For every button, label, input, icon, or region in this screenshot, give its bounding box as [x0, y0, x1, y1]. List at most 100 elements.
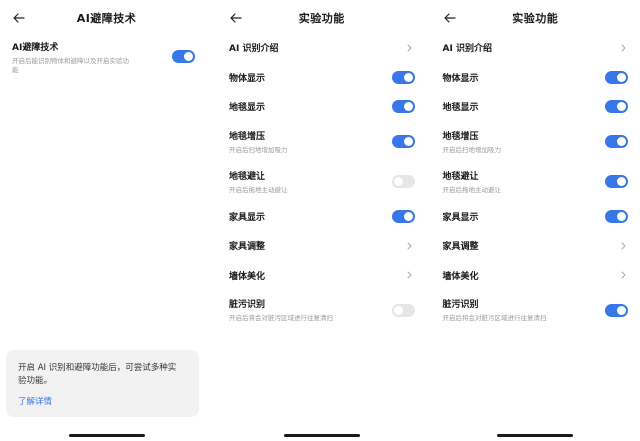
- chevron-right-icon: [618, 41, 628, 54]
- header: 实验功能: [217, 0, 427, 36]
- header: AI避障技术: [0, 0, 213, 36]
- feature-row[interactable]: AI 识别介绍: [217, 33, 427, 63]
- chevron-right-icon: [405, 41, 415, 54]
- feature-toggle[interactable]: [605, 209, 628, 223]
- feature-texts: 物体显示: [443, 71, 479, 84]
- feature-toggle[interactable]: [605, 175, 628, 188]
- feature-texts: AI 识别介绍: [229, 41, 278, 54]
- feature-row: 物体显示: [431, 63, 640, 93]
- chevron-right-icon: [618, 239, 628, 252]
- setting-sub-line1: 开启后能识别物体和避障以及开启实验功: [12, 57, 129, 65]
- feature-row: 地毯增压开启后扫地增加吸力: [431, 122, 640, 162]
- arrow-left-icon: [230, 13, 242, 23]
- info-card: 开启 AI 识别和避障功能后，可尝试多种实 验功能。 了解详情: [6, 350, 199, 417]
- feature-row: 脏污识别开启后将会对脏污区域进行往复清扫: [217, 290, 427, 330]
- feature-label: 地毯避让: [442, 171, 479, 182]
- feature-label: 物体显示: [229, 73, 266, 84]
- feature-row: 脏污识别开启后将会对脏污区域进行往复清扫: [431, 290, 640, 330]
- feature-texts: 脏污识别开启后将会对脏污区域进行往复清扫: [443, 297, 547, 323]
- back-button[interactable]: [439, 7, 461, 29]
- feature-row: 家具显示: [217, 202, 427, 232]
- feature-row: 地毯增压开启后扫地增加吸力: [217, 122, 427, 162]
- feature-toggle[interactable]: [391, 209, 415, 223]
- feature-row: 地毯显示: [217, 92, 427, 122]
- feature-texts: AI 识别介绍: [443, 41, 492, 54]
- feature-sub: 开启后扫地增加吸力: [442, 145, 502, 154]
- feature-texts: 地毯增压开启后扫地增加吸力: [443, 129, 502, 155]
- feature-sub: 开启后拖地主动避让: [229, 185, 288, 194]
- feature-label: 家具显示: [442, 212, 479, 223]
- feature-row[interactable]: AI 识别介绍: [431, 33, 640, 63]
- back-button[interactable]: [225, 7, 247, 29]
- page-title: 实验功能: [512, 12, 559, 25]
- feature-label: AI 识别介绍: [229, 44, 279, 55]
- feature-toggle[interactable]: [605, 100, 628, 114]
- feature-label: 脏污识别: [229, 300, 266, 310]
- feature-toggle[interactable]: [391, 303, 415, 317]
- feature-texts: 家具显示: [229, 210, 265, 223]
- feature-texts: 家具调整: [443, 239, 479, 252]
- feature-texts: 地毯显示: [229, 100, 265, 113]
- feature-sub: 开启后将会对脏污区域进行往复清扫: [442, 314, 547, 322]
- feature-list: AI 识别介绍 物体显示地毯显示地毯增压开启后扫地增加吸力 地毯避让开启后拖地主动避…: [217, 33, 427, 330]
- setting-ai-obstacle: AI避障技术 开启后能识别物体和避障以及开启实验功 能: [0, 38, 213, 78]
- feature-texts: 地毯避让开启后拖地主动避让: [443, 169, 502, 195]
- arrow-left-icon: [13, 13, 25, 23]
- feature-label: 物体显示: [442, 73, 479, 84]
- feature-row[interactable]: 墙体美化: [431, 261, 640, 291]
- setting-label: AI避障技术: [12, 43, 59, 53]
- feature-row: 地毯避让开启后拖地主动避让: [431, 162, 640, 202]
- feature-texts: 地毯显示: [443, 100, 479, 113]
- feature-row[interactable]: 家具调整: [431, 231, 640, 261]
- chevron-right-icon: [405, 239, 415, 252]
- feature-toggle[interactable]: [391, 70, 415, 84]
- card-message-line2: 验功能。: [18, 376, 53, 386]
- screen-experimental-on: 实验功能 AI 识别介绍 物体显示 地毯显示 地毯增压 开启后扫地增加吸力 地毯避让 开启后…: [426, 0, 640, 441]
- setting-sub-line2: 能: [12, 66, 19, 74]
- feature-toggle[interactable]: [391, 175, 415, 188]
- feature-toggle[interactable]: [605, 70, 628, 84]
- feature-label: 脏污识别: [442, 300, 479, 310]
- home-indicator: [68, 434, 145, 437]
- screen-experimental-off: 实验功能 AI 识别介绍 物体显示 地毯显示 地毯增压 开启后扫地增加吸力 地毯避让 开启后…: [213, 0, 427, 441]
- feature-texts: 家具显示: [443, 210, 479, 223]
- feature-sub: 开启后拖地主动避让: [442, 185, 502, 194]
- header: 实验功能: [431, 0, 640, 36]
- chevron-right-icon: [618, 269, 628, 282]
- feature-texts: 墙体美化: [443, 269, 479, 282]
- feature-label: 家具调整: [229, 242, 266, 253]
- feature-label: 地毯增压: [442, 131, 479, 142]
- feature-sub: 开启后扫地增加吸力: [229, 145, 288, 154]
- feature-toggle[interactable]: [605, 303, 628, 317]
- feature-texts: 地毯增压开启后扫地增加吸力: [229, 129, 288, 155]
- back-button[interactable]: [8, 7, 30, 29]
- home-indicator: [497, 434, 574, 437]
- feature-label: 家具显示: [229, 212, 266, 223]
- feature-list: AI 识别介绍 物体显示地毯显示地毯增压开启后扫地增加吸力 地毯避让开启后拖地主动避…: [431, 33, 640, 330]
- feature-texts: 物体显示: [229, 71, 265, 84]
- feature-row[interactable]: 家具调整: [217, 231, 427, 261]
- feature-label: AI 识别介绍: [442, 44, 492, 55]
- feature-label: 地毯避让: [229, 171, 266, 182]
- page-title: 实验功能: [298, 12, 345, 25]
- home-indicator: [283, 434, 360, 437]
- feature-sub: 开启后将会对脏污区域进行往复清扫: [229, 314, 333, 322]
- feature-toggle[interactable]: [391, 135, 415, 148]
- feature-texts: 墙体美化: [229, 269, 265, 282]
- feature-texts: 地毯避让开启后拖地主动避让: [229, 169, 288, 195]
- learn-more-link[interactable]: 了解详情: [18, 395, 187, 407]
- feature-texts: 家具调整: [229, 239, 265, 252]
- page-title: AI避障技术: [76, 12, 137, 25]
- feature-toggle[interactable]: [605, 135, 628, 148]
- feature-label: 地毯增压: [229, 131, 266, 142]
- feature-row[interactable]: 墙体美化: [217, 261, 427, 291]
- feature-row: 地毯显示: [431, 92, 640, 122]
- ai-obstacle-toggle[interactable]: [172, 50, 195, 63]
- feature-row: 地毯避让开启后拖地主动避让: [217, 162, 427, 202]
- feature-label: 墙体美化: [442, 271, 479, 282]
- feature-toggle[interactable]: [391, 100, 415, 114]
- feature-texts: 脏污识别开启后将会对脏污区域进行往复清扫: [229, 297, 333, 323]
- screen-ai-obstacle: AI避障技术 AI避障技术 开启后能识别物体和避障以及开启实验功 能 开启 AI…: [0, 0, 213, 441]
- feature-label: 墙体美化: [229, 271, 266, 282]
- feature-label: 地毯显示: [229, 103, 266, 114]
